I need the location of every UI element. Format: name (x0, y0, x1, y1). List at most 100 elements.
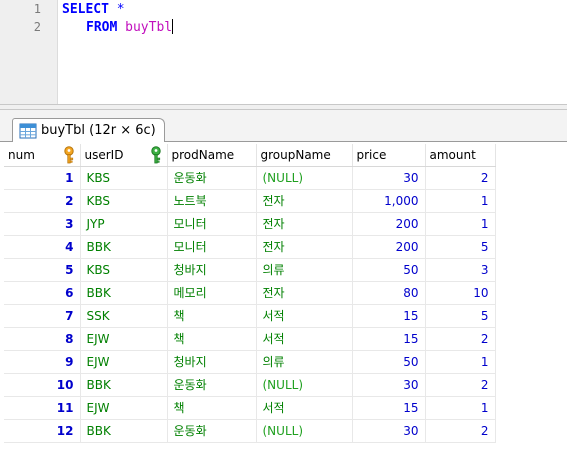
cell-groupname[interactable]: 서적 (256, 304, 353, 328)
table-row[interactable]: 6 BBK 메모리 전자 80 10 (4, 281, 496, 305)
column-header-num[interactable]: num (4, 144, 81, 167)
cell-userid[interactable]: JYP (80, 212, 168, 236)
cell-num[interactable]: 7 (4, 304, 81, 328)
cell-groupname[interactable]: 의류 (256, 258, 353, 282)
cell-num[interactable]: 11 (4, 396, 81, 420)
table-grid-icon (19, 123, 37, 139)
table-row[interactable]: 1 KBS 운동화 (NULL) 30 2 (4, 166, 496, 190)
cell-groupname[interactable]: (NULL) (256, 419, 353, 443)
cell-userid[interactable]: EJW (80, 327, 168, 351)
cell-userid[interactable]: BBK (80, 281, 168, 305)
cell-groupname[interactable]: 전자 (256, 212, 353, 236)
cell-userid[interactable]: KBS (80, 189, 168, 213)
cell-amount[interactable]: 2 (425, 419, 496, 443)
cell-num[interactable]: 6 (4, 281, 81, 305)
sql-editor[interactable]: 1 2 SELECT * FROM buyTbl (0, 0, 567, 104)
column-header-groupname[interactable]: groupName (256, 144, 353, 167)
table-row[interactable]: 4 BBK 모니터 전자 200 5 (4, 235, 496, 259)
cell-price[interactable]: 30 (352, 373, 426, 397)
cell-price[interactable]: 200 (352, 212, 426, 236)
sql-keyword: SELECT (62, 2, 109, 17)
table-row[interactable]: 8 EJW 책 서적 15 2 (4, 327, 496, 351)
cell-price[interactable]: 15 (352, 327, 426, 351)
cell-amount[interactable]: 5 (425, 304, 496, 328)
table-row[interactable]: 5 KBS 청바지 의류 50 3 (4, 258, 496, 282)
cell-prodname[interactable]: 운동화 (167, 419, 257, 443)
cell-num[interactable]: 8 (4, 327, 81, 351)
cell-price[interactable]: 200 (352, 235, 426, 259)
table-row[interactable]: 2 KBS 노트북 전자 1,000 1 (4, 189, 496, 213)
table-row[interactable]: 12 BBK 운동화 (NULL) 30 2 (4, 419, 496, 443)
cell-amount[interactable]: 5 (425, 235, 496, 259)
cell-amount[interactable]: 2 (425, 166, 496, 190)
cell-price[interactable]: 1,000 (352, 189, 426, 213)
cell-groupname[interactable]: (NULL) (256, 166, 353, 190)
cell-amount[interactable]: 1 (425, 189, 496, 213)
table-row[interactable]: 11 EJW 책 서적 15 1 (4, 396, 496, 420)
cell-prodname[interactable]: 책 (167, 396, 257, 420)
cell-amount[interactable]: 1 (425, 396, 496, 420)
cell-num[interactable]: 3 (4, 212, 81, 236)
cell-num[interactable]: 5 (4, 258, 81, 282)
cell-amount[interactable]: 10 (425, 281, 496, 305)
foreign-key-icon (149, 146, 163, 164)
primary-key-icon (62, 146, 76, 164)
cell-prodname[interactable]: 모니터 (167, 235, 257, 259)
sql-identifier: buyTbl (125, 20, 173, 35)
cell-num[interactable]: 2 (4, 189, 81, 213)
cell-num[interactable]: 12 (4, 419, 81, 443)
cell-prodname[interactable]: 노트북 (167, 189, 257, 213)
cell-prodname[interactable]: 운동화 (167, 373, 257, 397)
table-row[interactable]: 10 BBK 운동화 (NULL) 30 2 (4, 373, 496, 397)
cell-prodname[interactable]: 모니터 (167, 212, 257, 236)
code-area[interactable]: SELECT * FROM buyTbl (62, 0, 567, 104)
cell-userid[interactable]: BBK (80, 373, 168, 397)
cell-amount[interactable]: 2 (425, 373, 496, 397)
column-header-label: userID (84, 147, 124, 162)
cell-groupname[interactable]: 서적 (256, 396, 353, 420)
cell-userid[interactable]: KBS (80, 258, 168, 282)
cell-prodname[interactable]: 책 (167, 304, 257, 328)
cell-userid[interactable]: BBK (80, 235, 168, 259)
cell-userid[interactable]: KBS (80, 166, 168, 190)
cell-amount[interactable]: 2 (425, 327, 496, 351)
table-row[interactable]: 7 SSK 책 서적 15 5 (4, 304, 496, 328)
tab-buytbl-result[interactable]: buyTbl (12r × 6c) (12, 118, 165, 142)
cell-num[interactable]: 1 (4, 166, 81, 190)
cell-price[interactable]: 15 (352, 396, 426, 420)
cell-userid[interactable]: EJW (80, 396, 168, 420)
cell-groupname[interactable]: (NULL) (256, 373, 353, 397)
cell-price[interactable]: 15 (352, 304, 426, 328)
column-header-amount[interactable]: amount (425, 144, 496, 167)
cell-num[interactable]: 4 (4, 235, 81, 259)
table-row[interactable]: 3 JYP 모니터 전자 200 1 (4, 212, 496, 236)
column-header-prodname[interactable]: prodName (167, 144, 257, 167)
cell-num[interactable]: 9 (4, 350, 81, 374)
cell-price[interactable]: 30 (352, 419, 426, 443)
cell-amount[interactable]: 1 (425, 212, 496, 236)
cell-prodname[interactable]: 청바지 (167, 258, 257, 282)
cell-userid[interactable]: EJW (80, 350, 168, 374)
cell-price[interactable]: 30 (352, 166, 426, 190)
cell-price[interactable]: 80 (352, 281, 426, 305)
cell-num[interactable]: 10 (4, 373, 81, 397)
column-header-price[interactable]: price (352, 144, 426, 167)
cell-amount[interactable]: 1 (425, 350, 496, 374)
tab-label: buyTbl (12r × 6c) (41, 123, 156, 138)
cell-userid[interactable]: SSK (80, 304, 168, 328)
cell-price[interactable]: 50 (352, 258, 426, 282)
cell-amount[interactable]: 3 (425, 258, 496, 282)
cell-groupname[interactable]: 전자 (256, 281, 353, 305)
cell-price[interactable]: 50 (352, 350, 426, 374)
cell-userid[interactable]: BBK (80, 419, 168, 443)
cell-groupname[interactable]: 서적 (256, 327, 353, 351)
cell-groupname[interactable]: 전자 (256, 235, 353, 259)
cell-prodname[interactable]: 운동화 (167, 166, 257, 190)
column-header-userid[interactable]: userID (80, 144, 168, 167)
cell-prodname[interactable]: 책 (167, 327, 257, 351)
cell-prodname[interactable]: 메모리 (167, 281, 257, 305)
table-row[interactable]: 9 EJW 청바지 의류 50 1 (4, 350, 496, 374)
cell-prodname[interactable]: 청바지 (167, 350, 257, 374)
cell-groupname[interactable]: 의류 (256, 350, 353, 374)
cell-groupname[interactable]: 전자 (256, 189, 353, 213)
